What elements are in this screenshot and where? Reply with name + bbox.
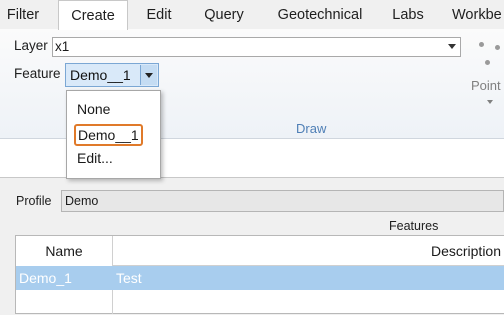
layer-value: x1: [55, 39, 70, 54]
layer-label: Layer: [14, 38, 48, 53]
feature-dropdown-list: None Demo__1 Edit...: [66, 90, 161, 179]
feature-label: Feature: [14, 66, 61, 81]
table-row[interactable]: Demo_1 Test: [16, 266, 504, 290]
point-dot-icon: [485, 60, 490, 65]
chevron-down-icon[interactable]: [448, 44, 456, 49]
tab-labs[interactable]: Labs: [386, 0, 430, 29]
point-dot-icon: [495, 45, 500, 50]
ribbon-tab-bar: Filter Create Edit Query Geotechnical La…: [0, 0, 504, 30]
profile-label: Profile: [16, 194, 52, 208]
tab-workbench[interactable]: Workbe: [452, 0, 504, 29]
dropdown-item-edit[interactable]: Edit...: [77, 150, 113, 166]
caret-down-icon[interactable]: [487, 100, 493, 104]
column-header-name[interactable]: Name: [16, 236, 112, 267]
chevron-down-icon: [145, 73, 153, 78]
feature-value: Demo__1: [70, 67, 131, 83]
feature-combobox[interactable]: Demo__1: [65, 63, 159, 87]
tab-edit[interactable]: Edit: [140, 0, 178, 29]
feature-dropdown-button[interactable]: [140, 65, 157, 85]
draw-point-button[interactable]: Point: [471, 78, 501, 93]
group-label-draw: Draw: [296, 121, 327, 136]
dropdown-item-none[interactable]: None: [77, 101, 110, 117]
tab-create[interactable]: Create: [58, 0, 128, 30]
profile-value: Demo: [65, 194, 99, 208]
layer-combobox[interactable]: x1: [52, 37, 461, 57]
tab-filter[interactable]: Filter: [2, 0, 44, 29]
tab-query[interactable]: Query: [197, 0, 251, 29]
cell-description: Test: [116, 270, 142, 286]
column-header-description[interactable]: Description: [112, 236, 504, 266]
point-dot-icon: [479, 42, 484, 47]
profile-field[interactable]: Demo: [61, 190, 504, 212]
tab-geotechnical[interactable]: Geotechnical: [270, 0, 370, 29]
dropdown-item-demo-1[interactable]: Demo__1: [74, 124, 143, 146]
features-section-label: Features: [389, 219, 439, 233]
cell-name: Demo_1: [19, 270, 72, 286]
features-grid: Name Description Demo_1 Test: [15, 235, 504, 314]
